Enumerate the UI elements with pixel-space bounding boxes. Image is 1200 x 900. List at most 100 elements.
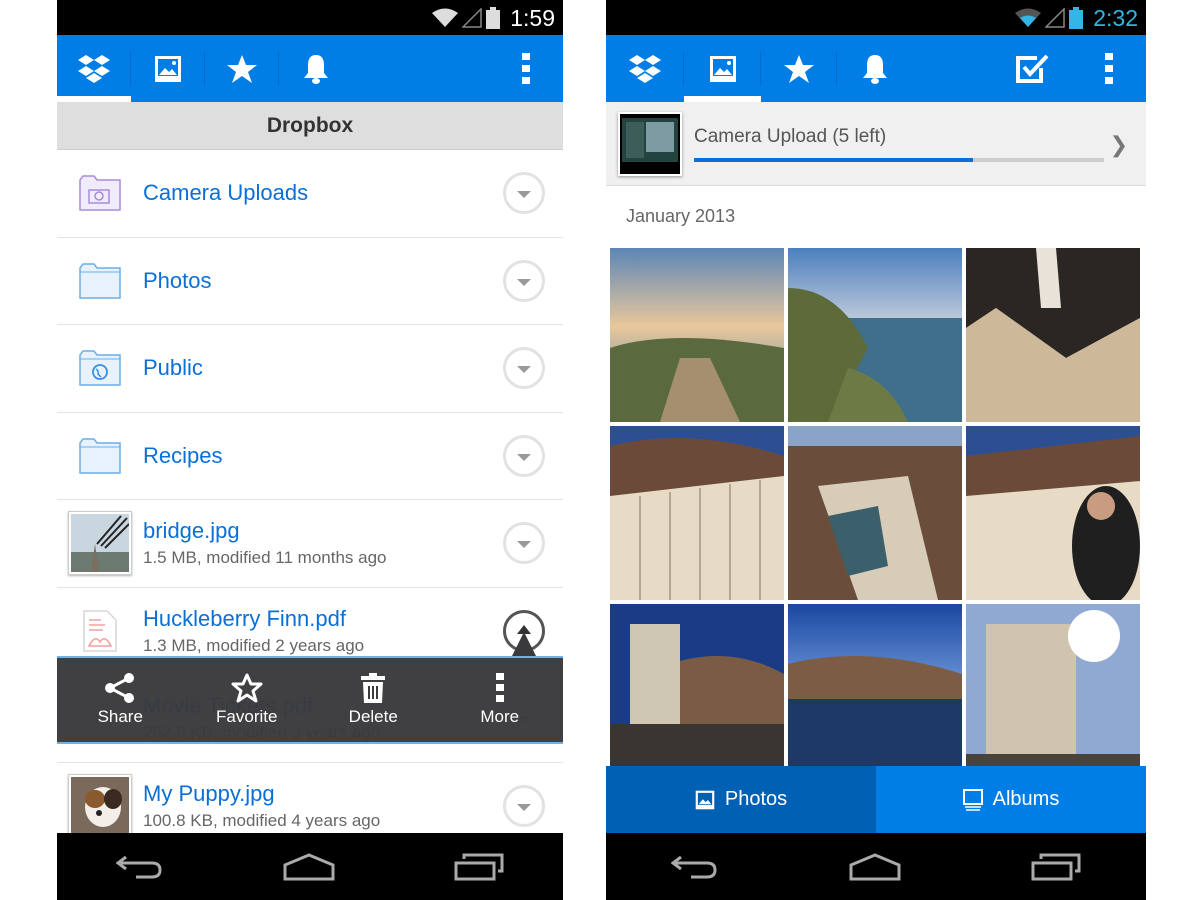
tab-favorites[interactable] [761, 35, 837, 102]
overflow-menu-icon [522, 52, 530, 84]
item-name: My Puppy.jpg [143, 780, 275, 806]
folder-icon [79, 438, 121, 474]
system-nav-bar [606, 833, 1146, 900]
status-bar: 2:32 [606, 0, 1146, 35]
public-folder-icon [79, 350, 121, 386]
recent-apps-icon[interactable] [454, 853, 504, 881]
delete-label: Delete [348, 707, 398, 726]
photo-thumbnail[interactable] [966, 426, 1140, 600]
bottom-tab-bar: Photos Albums [606, 766, 1146, 833]
tab-photos[interactable] [684, 35, 761, 102]
chevron-down-icon [517, 803, 531, 811]
cell-signal-icon [462, 8, 482, 28]
delete-button[interactable]: Delete [310, 658, 437, 742]
wifi-icon [432, 8, 459, 27]
status-time: 2:32 [1093, 4, 1138, 31]
photo-thumbnail[interactable] [966, 604, 1140, 778]
share-label: Share [97, 707, 143, 726]
overflow-menu-icon [1105, 52, 1113, 84]
pdf-file-icon [83, 610, 117, 652]
action-bar [57, 35, 563, 102]
dropbox-photos-screen: 2:32 Camera Upload (5 left) ❯ January 20… [606, 0, 1146, 900]
upload-progress-fill [694, 157, 973, 162]
back-icon[interactable] [671, 853, 719, 881]
item-name: Camera Uploads [143, 180, 309, 206]
photo-thumbnail[interactable] [788, 248, 962, 422]
photo-thumbnail[interactable] [788, 426, 962, 600]
photos-tab-label: Photos [724, 788, 788, 810]
favorite-label: Favorite [216, 707, 278, 726]
tab-dropbox[interactable] [606, 35, 684, 102]
battery-icon [486, 7, 501, 29]
photo-thumbnail[interactable] [610, 426, 784, 600]
item-name: Huckleberry Finn.pdf [143, 605, 346, 631]
list-item[interactable]: Recipes [57, 413, 563, 500]
photo-icon [155, 55, 181, 82]
status-bar: 1:59 [57, 0, 563, 35]
item-menu-button[interactable] [503, 784, 545, 827]
photo-thumbnail[interactable] [788, 604, 962, 778]
tab-photos-view[interactable]: Photos [606, 766, 876, 833]
more-button[interactable]: More [437, 658, 564, 742]
month-header: January 2013 [626, 206, 736, 226]
chevron-down-icon [517, 278, 531, 286]
tab-albums-view[interactable]: Albums [876, 766, 1146, 833]
star-icon [227, 54, 257, 83]
recent-apps-icon[interactable] [1031, 853, 1081, 881]
dropbox-icon [78, 54, 110, 83]
image-thumbnail [68, 511, 132, 576]
item-menu-button[interactable] [503, 172, 545, 215]
favorite-button[interactable]: Favorite [184, 658, 311, 742]
cell-signal-icon [1045, 8, 1065, 28]
photo-thumbnail[interactable] [966, 248, 1140, 422]
back-icon[interactable] [116, 853, 164, 881]
share-button[interactable]: Share [57, 658, 184, 742]
item-name: Photos [143, 267, 212, 293]
item-name: bridge.jpg [143, 518, 240, 544]
wifi-icon [1015, 8, 1042, 27]
item-menu-button[interactable] [503, 347, 545, 390]
tab-notifications[interactable] [837, 35, 913, 102]
list-item[interactable]: Photos [57, 238, 563, 325]
albums-icon [962, 788, 983, 811]
photo-icon [695, 790, 715, 809]
star-outline-icon [231, 673, 263, 703]
action-bar [606, 35, 1146, 102]
more-label: More [480, 707, 520, 726]
photo-thumbnail[interactable] [610, 604, 784, 778]
image-thumbnail [68, 773, 132, 838]
item-menu-button[interactable] [503, 259, 545, 302]
tab-dropbox[interactable] [57, 35, 131, 102]
upload-thumbnail [618, 111, 682, 176]
item-meta: 1.5 MB, modified 11 months ago [143, 548, 387, 568]
albums-tab-label: Albums [992, 788, 1060, 810]
camera-upload-status[interactable]: Camera Upload (5 left) ❯ [606, 102, 1146, 186]
item-menu-button[interactable] [503, 522, 545, 565]
dropbox-icon [629, 54, 661, 83]
star-icon [784, 54, 814, 83]
item-menu-button[interactable] [503, 434, 545, 477]
tab-notifications[interactable] [279, 35, 353, 102]
bell-icon [304, 54, 328, 84]
chevron-right-icon: ❯ [1109, 132, 1128, 157]
file-list: Camera Uploads Photos Public Recipes bri… [57, 150, 563, 850]
chevron-down-icon [517, 191, 531, 199]
tab-favorites[interactable] [205, 35, 279, 102]
home-icon[interactable] [849, 852, 901, 881]
list-item[interactable]: Camera Uploads [57, 150, 563, 238]
chevron-down-icon [517, 541, 531, 549]
photo-thumbnail[interactable] [610, 248, 784, 422]
select-button[interactable] [992, 35, 1072, 102]
item-name: Public [143, 355, 203, 381]
upload-progress-bar [694, 157, 1104, 162]
photo-grid [606, 248, 1146, 778]
battery-icon [1069, 7, 1084, 29]
tab-photos[interactable] [131, 35, 205, 102]
upload-label: Camera Upload (5 left) [694, 125, 887, 147]
list-item[interactable]: bridge.jpg 1.5 MB, modified 11 months ag… [57, 500, 563, 588]
list-item[interactable]: Public [57, 325, 563, 413]
folder-icon [79, 263, 121, 299]
overflow-menu-button[interactable] [489, 35, 563, 102]
home-icon[interactable] [283, 852, 335, 881]
overflow-menu-button[interactable] [1072, 35, 1146, 102]
